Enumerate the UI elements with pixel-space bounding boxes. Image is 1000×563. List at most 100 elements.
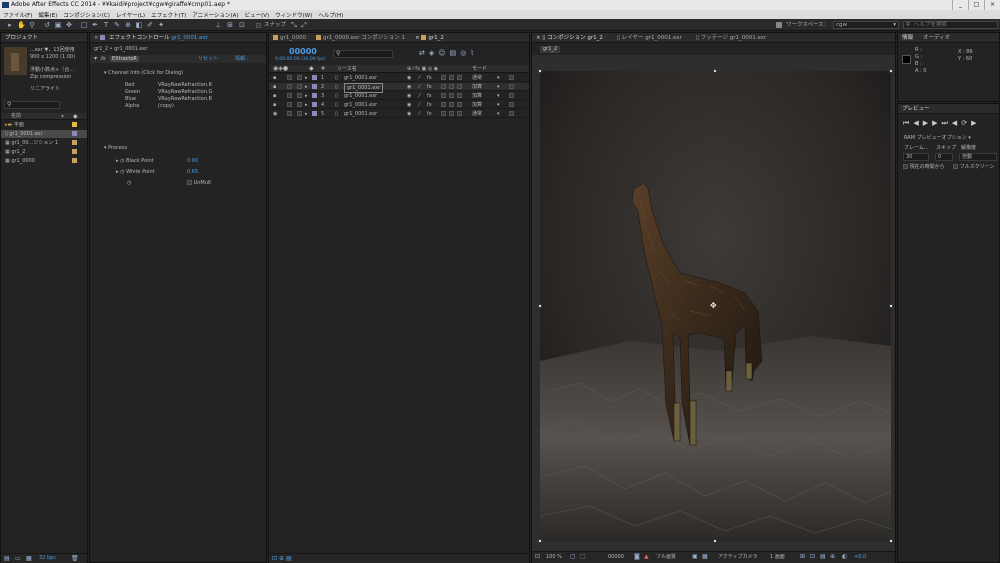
project-search-input[interactable]: ⚲: [4, 101, 60, 109]
transform-handle-tc[interactable]: [713, 69, 717, 73]
flowchart-icon[interactable]: ⊕: [830, 553, 835, 560]
menu-layer[interactable]: レイヤー(L): [113, 11, 148, 19]
workspace-select[interactable]: cgw ▾: [833, 21, 899, 29]
camera-select[interactable]: アクティブカメラ: [718, 552, 757, 563]
track-matte-checkbox[interactable]: [509, 102, 514, 107]
transform-handle-bc[interactable]: [713, 539, 717, 543]
channel-icon[interactable]: ▲: [644, 553, 649, 560]
title-safe-icon[interactable]: ▢: [570, 553, 576, 560]
solo-checkbox[interactable]: [287, 102, 292, 107]
layer-row[interactable]: ▪ ▸ 4 ▯ gr1_0001.exr ◉ ⁄ fx 加算 ▾: [269, 101, 529, 109]
next-frame-icon[interactable]: ▶: [932, 119, 937, 128]
roto-brush-tool-icon[interactable]: ✐: [146, 21, 154, 29]
project-tab[interactable]: プロジェクト: [1, 33, 87, 43]
column-name[interactable]: 名前: [11, 113, 21, 120]
comp-mini-flowchart-icon[interactable]: ⇄: [419, 49, 425, 57]
label-column-icon[interactable]: ◆: [73, 113, 78, 120]
menu-help[interactable]: ヘルプ(H): [315, 11, 346, 19]
transform-handle-tr[interactable]: [889, 69, 893, 73]
expand-arrow-icon[interactable]: ▸: [305, 101, 308, 109]
motion-blur-checkbox[interactable]: [449, 111, 454, 116]
project-item[interactable]: ▦ gr1_00...ジション 1: [1, 139, 87, 147]
camera-tool-icon[interactable]: ▣: [54, 21, 62, 29]
blend-mode-select[interactable]: 通常: [472, 74, 482, 82]
text-tool-icon[interactable]: T: [102, 21, 110, 29]
fx-switch-icon[interactable]: fx: [427, 101, 432, 109]
layer-name[interactable]: gr1_0001.exr: [344, 110, 377, 118]
3d-layer-checkbox[interactable]: [457, 84, 462, 89]
viewer-canvas[interactable]: ✥: [532, 55, 895, 551]
first-frame-icon[interactable]: ⏮: [903, 119, 909, 128]
label-color-swatch[interactable]: [312, 111, 317, 116]
transform-handle-br[interactable]: [889, 539, 893, 543]
lock-checkbox[interactable]: [297, 84, 302, 89]
label-color-swatch[interactable]: [72, 122, 77, 127]
3d-layer-checkbox[interactable]: [457, 93, 462, 98]
viewer-timecode[interactable]: 00000: [608, 552, 624, 563]
anchor-point-icon[interactable]: ✥: [710, 301, 717, 310]
transparency-grid-icon[interactable]: ▦: [702, 553, 708, 560]
blend-mode-select[interactable]: 加算: [472, 83, 482, 91]
effect-info-button[interactable]: 情報...: [235, 55, 250, 63]
ram-preview-icon[interactable]: ▶: [971, 119, 976, 128]
transform-handle-bl[interactable]: [538, 539, 542, 543]
unmult-stopwatch-icon[interactable]: ◷: [127, 179, 131, 187]
tab-composition[interactable]: × ▯ コンポジション gr1_2: [536, 33, 603, 42]
quality-switch-icon[interactable]: ⁄: [419, 74, 420, 82]
toggle-in-out-icon[interactable]: ▤: [286, 555, 292, 562]
pan-behind-tool-icon[interactable]: ✥: [65, 21, 73, 29]
3d-layer-checkbox[interactable]: [457, 75, 462, 80]
label-color-swatch[interactable]: [312, 102, 317, 107]
solo-checkbox[interactable]: [287, 84, 292, 89]
motion-blur-checkbox[interactable]: [449, 75, 454, 80]
shy-switch-icon[interactable]: ◉: [407, 74, 411, 82]
clone-tool-icon[interactable]: ⊕: [124, 21, 132, 29]
channel-info-row[interactable]: ▾ Channel Info (Click for Dialog): [104, 69, 183, 77]
layer-name[interactable]: gr1_0001.exr: [344, 74, 377, 82]
eye-icon[interactable]: ▪: [273, 101, 276, 109]
pen-tool-icon[interactable]: ✒: [91, 21, 99, 29]
shy-icon[interactable]: ☺: [438, 49, 445, 57]
label-color-swatch[interactable]: [72, 149, 77, 154]
timecode-display[interactable]: 00000: [289, 47, 317, 56]
expand-arrow-icon[interactable]: ▸: [305, 110, 308, 118]
source-name-header[interactable]: ソース名: [337, 65, 357, 73]
view-axis-icon[interactable]: ⊡: [238, 21, 246, 29]
effect-reset-button[interactable]: リセット: [198, 55, 218, 63]
motion-blur-checkbox[interactable]: [449, 102, 454, 107]
exposure-value[interactable]: +0.0: [854, 552, 866, 563]
motion-blur-checkbox[interactable]: [449, 84, 454, 89]
view-layout-select[interactable]: 1 画面: [770, 552, 785, 563]
layer-search-input[interactable]: ⚲: [333, 50, 393, 58]
solo-checkbox[interactable]: [287, 75, 292, 80]
frame-blend-checkbox[interactable]: [441, 93, 446, 98]
region-of-interest-icon[interactable]: ▣: [692, 553, 698, 560]
world-axis-icon[interactable]: ⊞: [226, 21, 234, 29]
track-matte-checkbox[interactable]: [509, 84, 514, 89]
project-item[interactable]: ▦ gr1_2: [1, 148, 87, 156]
lock-checkbox[interactable]: [297, 75, 302, 80]
label-color-swatch[interactable]: [72, 158, 77, 163]
menu-composition[interactable]: コンポジション(C): [60, 11, 113, 19]
track-matte-checkbox[interactable]: [509, 75, 514, 80]
label-color-swatch[interactable]: [312, 84, 317, 89]
quality-switch-icon[interactable]: ⁄: [419, 83, 420, 91]
fx-switch-icon[interactable]: fx: [427, 74, 432, 82]
shy-switch-icon[interactable]: ◉: [407, 83, 411, 91]
zoom-tool-icon[interactable]: ⚲: [28, 21, 36, 29]
motion-blur-checkbox[interactable]: [449, 93, 454, 98]
quality-switch-icon[interactable]: ⁄: [419, 110, 420, 118]
new-comp-icon[interactable]: ▦: [26, 555, 32, 562]
snap-options-icon[interactable]: ⤡: [290, 21, 298, 29]
layer-row[interactable]: ▪ ▸ 3 ▯ gr1_0001.exr ◉ ⁄ fx 加算 ▾: [269, 92, 529, 100]
timeline-icon[interactable]: ▤: [820, 553, 826, 560]
trash-icon[interactable]: 🗑: [71, 555, 79, 562]
fx-switch-icon[interactable]: fx: [427, 110, 432, 118]
toggle-modes-icon[interactable]: ⊕: [279, 555, 284, 562]
comp-breadcrumb[interactable]: gr1_2: [540, 46, 561, 53]
project-item[interactable]: ▸▬ 平面: [1, 121, 87, 129]
frame-blend-icon[interactable]: ▤: [450, 49, 457, 57]
3d-layer-checkbox[interactable]: [457, 102, 462, 107]
help-search-input[interactable]: ⚲ ヘルプを検索: [903, 21, 998, 29]
rotate-tool-icon[interactable]: ↺: [43, 21, 51, 29]
